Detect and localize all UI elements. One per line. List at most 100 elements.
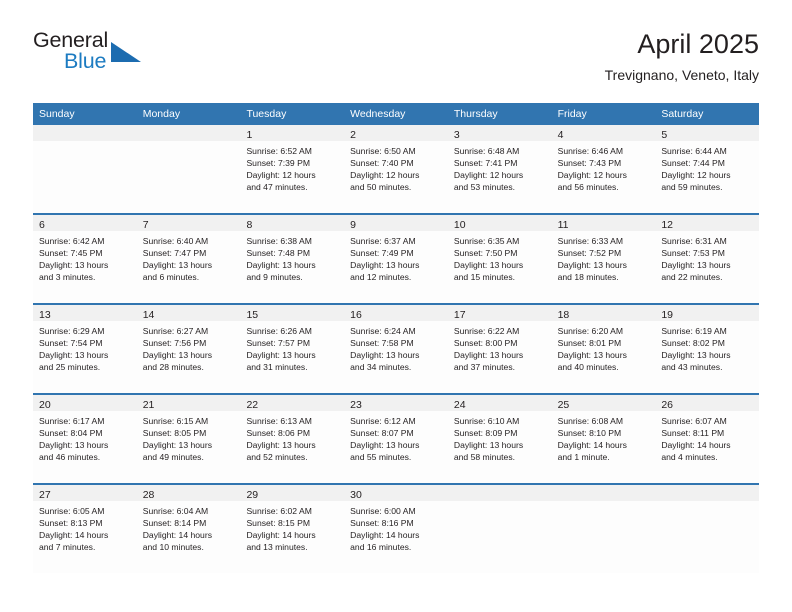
daylight-text-line2: and 55 minutes.	[350, 452, 412, 463]
daylight-text-line2: and 3 minutes.	[39, 272, 96, 283]
day-number: 13	[39, 309, 51, 321]
sunset-text: Sunset: 8:14 PM	[142, 518, 207, 529]
daylight-text-line1: Daylight: 13 hours	[350, 260, 420, 271]
daylight-text-line2: and 58 minutes.	[453, 452, 516, 463]
calendar-day-cell[interactable]: 24 Sunrise: 6:10 AM Sunset: 8:09 PM Dayligh…	[447, 395, 552, 483]
sunset-text: Sunset: 8:16 PM	[350, 518, 414, 529]
sunrise-text: Sunrise: 6:37 AM	[350, 236, 416, 246]
day-number-strip	[447, 485, 552, 501]
daylight-text-line1: Daylight: 13 hours	[246, 440, 316, 451]
day-number-strip: 25	[551, 395, 656, 411]
calendar-day-cell[interactable]: 20 Sunrise: 6:17 AM Sunset: 8:04 PM Dayligh…	[33, 395, 137, 483]
day-number-strip: 12	[655, 215, 760, 231]
sunrise-text: Sunrise: 6:15 AM	[142, 416, 209, 426]
calendar-day-cell[interactable]: 14 Sunrise: 6:27 AM Sunset: 7:56 PM Dayligh…	[136, 305, 241, 393]
day-details: Sunrise: 6:22 AM Sunset: 8:00 PM Daylight:…	[448, 321, 552, 379]
sunset-text: Sunset: 8:05 PM	[142, 428, 207, 439]
calendar-day-cell[interactable]: 17 Sunrise: 6:22 AM Sunset: 8:00 PM Dayligh…	[447, 305, 552, 393]
sunrise-text: Sunrise: 6:40 AM	[142, 236, 209, 246]
sunrise-text: Sunrise: 6:44 AM	[661, 146, 727, 156]
calendar-day-cell[interactable]: 16 Sunrise: 6:24 AM Sunset: 7:58 PM Dayligh…	[344, 305, 448, 393]
day-number-strip: 1	[240, 125, 345, 141]
daylight-text-line2: and 4 minutes.	[661, 452, 718, 463]
day-number: 2	[350, 129, 356, 141]
day-details: Sunrise: 6:02 AM Sunset: 8:15 PM Daylight:…	[240, 501, 344, 559]
sunset-text: Sunset: 7:50 PM	[453, 248, 518, 259]
day-number-strip: 16	[344, 305, 448, 321]
calendar-day-cell[interactable]: 15 Sunrise: 6:26 AM Sunset: 7:57 PM Dayligh…	[240, 305, 345, 393]
day-number: 1	[246, 129, 253, 141]
calendar-day-cell[interactable]: 12 Sunrise: 6:31 AM Sunset: 7:53 PM Dayligh…	[655, 215, 760, 303]
daylight-text-line2: and 15 minutes.	[453, 272, 516, 283]
weekday-header-tuesday: Tuesday	[246, 108, 287, 120]
calendar-day-cell[interactable]: 3 Sunrise: 6:48 AM Sunset: 7:41 PM Daylight…	[447, 125, 552, 213]
calendar-day-cell[interactable]: 4 Sunrise: 6:46 AM Sunset: 7:43 PM Daylight…	[551, 125, 656, 213]
daylight-text-line1: Daylight: 13 hours	[246, 350, 316, 361]
daylight-text-line1: Daylight: 12 hours	[350, 170, 420, 181]
day-details: Sunrise: 6:13 AM Sunset: 8:06 PM Daylight:…	[240, 411, 344, 469]
day-details: Sunrise: 6:52 AM Sunset: 7:39 PM Daylight:…	[240, 141, 344, 199]
day-details: Sunrise: 6:07 AM Sunset: 8:11 PM Daylight:…	[655, 411, 759, 469]
daylight-text-line2: and 12 minutes.	[350, 272, 412, 283]
daylight-text-line2: and 22 minutes.	[661, 272, 723, 283]
calendar-day-cell[interactable]: 9 Sunrise: 6:37 AM Sunset: 7:49 PM Daylight…	[344, 215, 448, 303]
calendar-day-cell[interactable]: 6 Sunrise: 6:42 AM Sunset: 7:45 PM Daylight…	[33, 215, 137, 303]
daylight-text-line2: and 18 minutes.	[557, 272, 619, 283]
weekday-header-row: Sunday Monday Tuesday Wednesday Thursday…	[33, 103, 759, 125]
calendar-day-cell[interactable]: 18 Sunrise: 6:20 AM Sunset: 8:01 PM Dayligh…	[551, 305, 656, 393]
weekday-header-friday: Friday	[557, 108, 587, 120]
calendar-day-cell[interactable]: 5 Sunrise: 6:44 AM Sunset: 7:44 PM Daylight…	[655, 125, 760, 213]
weekday-header-saturday: Saturday	[661, 108, 704, 120]
day-number: 26	[661, 399, 673, 411]
day-number: 4	[557, 129, 564, 141]
calendar-day-cell[interactable]: 11 Sunrise: 6:33 AM Sunset: 7:52 PM Dayligh…	[551, 215, 656, 303]
calendar-day-cell[interactable]: 10 Sunrise: 6:35 AM Sunset: 7:50 PM Dayligh…	[447, 215, 552, 303]
day-number-strip: 15	[240, 305, 345, 321]
sunrise-text: Sunrise: 6:27 AM	[142, 326, 209, 336]
calendar-day-cell[interactable]: 2 Sunrise: 6:50 AM Sunset: 7:40 PM Daylight…	[344, 125, 448, 213]
day-details: Sunrise: 6:15 AM Sunset: 8:05 PM Daylight:…	[137, 411, 241, 469]
daylight-text-line1: Daylight: 14 hours	[246, 530, 316, 541]
day-number-strip: 19	[655, 305, 760, 321]
sunrise-text: Sunrise: 6:22 AM	[453, 326, 520, 336]
calendar-day-cell[interactable]: 1 Sunrise: 6:52 AM Sunset: 7:39 PM Daylight…	[240, 125, 345, 213]
sunrise-text: Sunrise: 6:19 AM	[661, 326, 727, 336]
day-number-strip: 26	[655, 395, 760, 411]
daylight-text-line2: and 6 minutes.	[142, 272, 200, 283]
daylight-text-line2: and 50 minutes.	[350, 182, 412, 193]
day-number-strip: 3	[447, 125, 552, 141]
calendar-day-cell[interactable]: 13 Sunrise: 6:29 AM Sunset: 7:54 PM Dayligh…	[33, 305, 137, 393]
day-number-strip: 6	[33, 215, 137, 231]
calendar-day-cell[interactable]: 23 Sunrise: 6:12 AM Sunset: 8:07 PM Dayligh…	[344, 395, 448, 483]
day-number-strip: 27	[33, 485, 137, 501]
day-number: 9	[350, 219, 356, 231]
day-number: 30	[350, 489, 362, 501]
calendar-day-cell[interactable]: 22 Sunrise: 6:13 AM Sunset: 8:06 PM Dayligh…	[240, 395, 345, 483]
calendar-day-cell[interactable]: 8 Sunrise: 6:38 AM Sunset: 7:48 PM Daylight…	[240, 215, 345, 303]
calendar-day-cell[interactable]: 29 Sunrise: 6:02 AM Sunset: 8:15 PM Dayligh…	[240, 485, 345, 573]
sunset-text: Sunset: 7:53 PM	[661, 248, 725, 259]
calendar-day-cell[interactable]: 30 Sunrise: 6:00 AM Sunset: 8:16 PM Dayligh…	[344, 485, 448, 573]
daylight-text-line2: and 28 minutes.	[142, 362, 204, 373]
calendar-day-cell-empty	[447, 485, 552, 573]
day-number: 14	[142, 309, 155, 321]
sunset-text: Sunset: 8:07 PM	[350, 428, 414, 439]
brand-logo[interactable]: General Blue	[33, 28, 163, 86]
daylight-text-line1: Daylight: 13 hours	[557, 260, 627, 271]
sunset-text: Sunset: 7:49 PM	[350, 248, 414, 259]
calendar-grid: Sunday Monday Tuesday Wednesday Thursday…	[33, 103, 760, 573]
weekday-header-thursday: Thursday	[453, 108, 498, 120]
calendar-day-cell[interactable]: 21 Sunrise: 6:15 AM Sunset: 8:05 PM Dayligh…	[136, 395, 241, 483]
calendar-day-cell[interactable]: 26 Sunrise: 6:07 AM Sunset: 8:11 PM Dayligh…	[655, 395, 760, 483]
calendar-day-cell[interactable]: 19 Sunrise: 6:19 AM Sunset: 8:02 PM Dayligh…	[655, 305, 760, 393]
calendar-day-cell[interactable]: 28 Sunrise: 6:04 AM Sunset: 8:14 PM Dayligh…	[136, 485, 241, 573]
day-number: 22	[246, 399, 259, 411]
sunrise-text: Sunrise: 6:26 AM	[246, 326, 312, 336]
calendar-day-cell[interactable]: 25 Sunrise: 6:08 AM Sunset: 8:10 PM Dayligh…	[551, 395, 656, 483]
day-details: Sunrise: 6:10 AM Sunset: 8:09 PM Daylight:…	[448, 411, 552, 469]
calendar-day-cell[interactable]: 27 Sunrise: 6:05 AM Sunset: 8:13 PM Dayligh…	[33, 485, 137, 573]
calendar-day-cell[interactable]: 7 Sunrise: 6:40 AM Sunset: 7:47 PM Daylight…	[136, 215, 241, 303]
day-details: Sunrise: 6:08 AM Sunset: 8:10 PM Daylight:…	[552, 411, 656, 469]
sunset-text: Sunset: 7:47 PM	[142, 248, 207, 259]
daylight-text-line1: Daylight: 13 hours	[557, 350, 627, 361]
